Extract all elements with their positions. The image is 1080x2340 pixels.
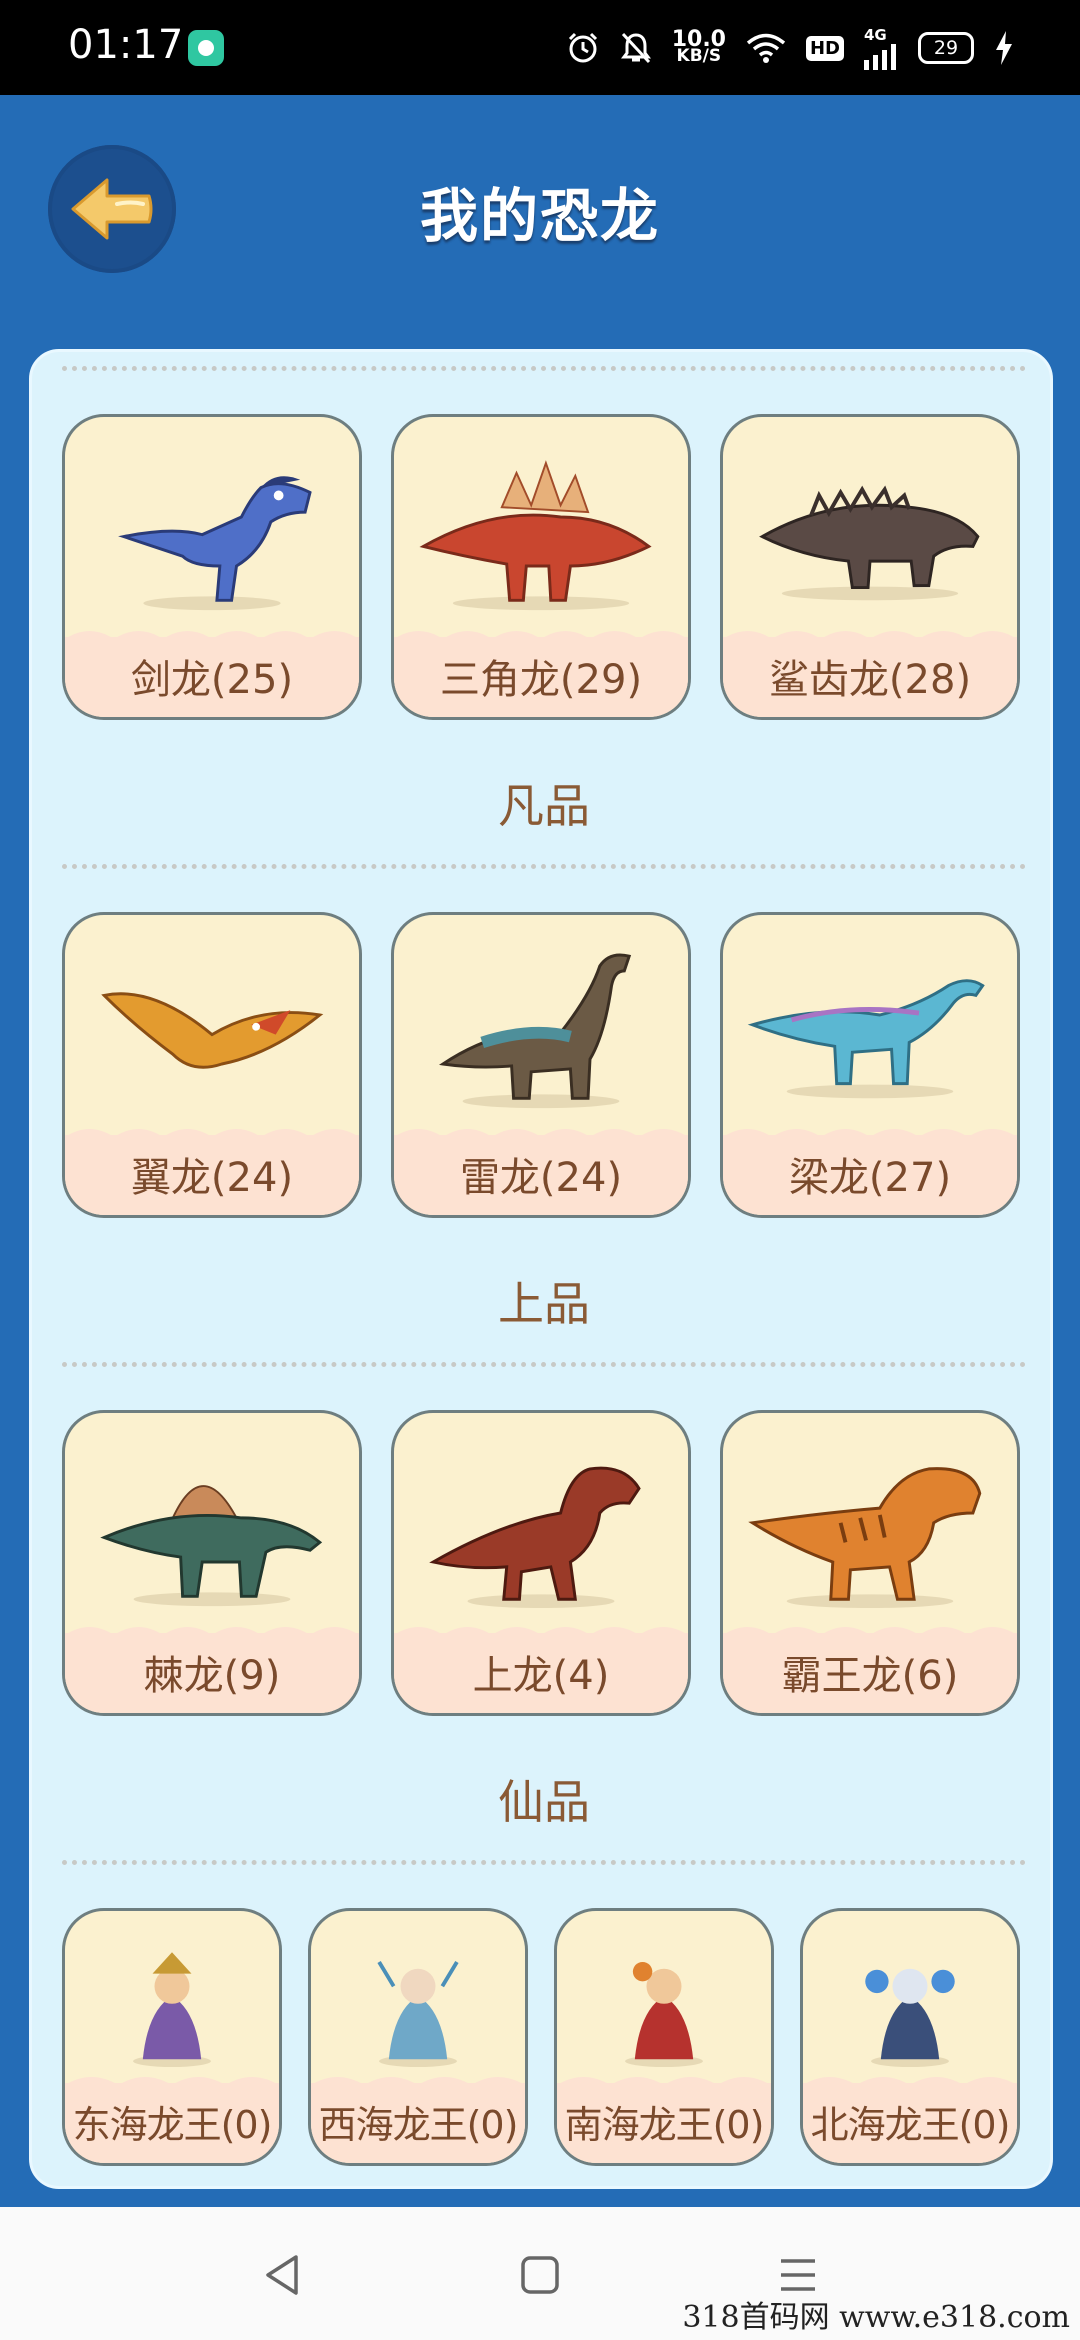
dragon-king-south-icon <box>625 1961 703 2068</box>
notification-app-icon <box>188 30 224 66</box>
dino-name: 鲨齿龙(28) <box>768 657 972 703</box>
raptor-icon <box>118 476 312 611</box>
dragon-king-name: 北海龙王(0) <box>810 2103 1011 2147</box>
dino-card[interactable]: 梁龙(27) <box>720 912 1020 1218</box>
dragon-king-card[interactable]: 西海龙王(0) <box>308 1908 528 2166</box>
tier-label: 上品 <box>498 1277 590 1331</box>
dino-card[interactable]: 翼龙(24) <box>62 912 362 1218</box>
nav-back-button[interactable] <box>252 2245 312 2305</box>
status-bar: 01:17 10.0 KB/S HD 4G 29 <box>0 0 1080 95</box>
net-speed-unit: KB/S <box>676 46 722 66</box>
network-type: 4G <box>864 26 887 44</box>
dino-name: 上龙(4) <box>472 1653 610 1699</box>
stegosaurus-icon <box>419 460 652 611</box>
divider <box>62 1860 1026 1865</box>
dino-name: 霸王龙(6) <box>781 1653 959 1699</box>
dragon-king-west-icon <box>377 1960 459 2068</box>
divider <box>62 864 1026 869</box>
dino-card[interactable]: 上龙(4) <box>391 1410 691 1716</box>
nav-home-button[interactable] <box>510 2245 570 2305</box>
wifi-icon <box>746 32 786 64</box>
diplodocus-icon <box>747 979 985 1099</box>
dino-card[interactable]: 三角龙(29) <box>391 414 691 720</box>
dragon-king-card[interactable]: 东海龙王(0) <box>62 1908 282 2166</box>
dino-card[interactable]: 鲨齿龙(28) <box>720 414 1020 720</box>
dragon-king-card[interactable]: 北海龙王(0) <box>800 1908 1020 2166</box>
alarm-icon <box>566 31 600 65</box>
dino-card[interactable]: 剑龙(25) <box>62 414 362 720</box>
spinosaurus-icon <box>100 1485 323 1607</box>
divider <box>62 1362 1026 1367</box>
watermark: 318首码网 www.e318.com <box>682 2300 1070 2335</box>
divider <box>62 366 1026 371</box>
system-nav-bar: 318首码网 www.e318.com <box>0 2207 1080 2340</box>
home-square-icon <box>521 2256 559 2294</box>
ankylosaurus-icon <box>759 485 980 601</box>
dinosaur-panel: 剑龙(25) 三角龙(29) 鲨齿龙(28) 凡品 翼龙(24) 雷龙(24) … <box>29 349 1053 2189</box>
dino-card[interactable]: 雷龙(24) <box>391 912 691 1218</box>
signal-icon: 4G <box>864 26 898 70</box>
dino-name: 棘龙(9) <box>143 1653 281 1699</box>
dragon-king-name: 南海龙王(0) <box>564 2103 765 2147</box>
pliosaurus-icon <box>429 1466 641 1609</box>
app-screen: 我的恐龙 剑龙(25) 三角龙(29) 鲨齿龙(28) 凡品 翼龙(24) 雷龙… <box>0 95 1080 2207</box>
dino-name: 雷龙(24) <box>459 1155 623 1201</box>
tier-label: 凡品 <box>498 779 590 833</box>
charging-icon <box>994 31 1014 65</box>
page-title: 我的恐龙 <box>419 182 660 250</box>
dino-name: 剑龙(25) <box>130 657 294 703</box>
dino-name: 梁龙(27) <box>788 1155 952 1201</box>
t-rex-icon <box>748 1467 982 1609</box>
dino-card[interactable]: 霸王龙(6) <box>720 1410 1020 1716</box>
dragon-king-north-icon <box>865 1968 955 2068</box>
dragon-king-name: 西海龙王(0) <box>318 2103 519 2147</box>
dragon-king-card[interactable]: 南海龙王(0) <box>554 1908 774 2166</box>
brontosaurus-icon <box>438 953 632 1109</box>
mute-icon <box>620 31 652 65</box>
hd-badge: HD <box>805 35 844 61</box>
status-time: 01:17 <box>68 22 184 68</box>
status-icons: 10.0 KB/S HD 4G 29 <box>566 24 1014 72</box>
battery-icon: 29 <box>918 32 974 64</box>
back-triangle-icon <box>266 2255 298 2295</box>
tier-label: 仙品 <box>498 1775 590 1829</box>
menu-lines-icon <box>781 2259 815 2291</box>
dragon-king-name: 东海龙王(0) <box>72 2103 273 2147</box>
dino-name: 翼龙(24) <box>130 1155 294 1201</box>
pterosaur-icon <box>101 992 324 1069</box>
dino-card[interactable]: 棘龙(9) <box>62 1410 362 1716</box>
dragon-king-east-icon <box>133 1952 211 2068</box>
dino-name: 三角龙(29) <box>439 657 643 703</box>
net-speed: 10.0 KB/S <box>672 29 726 66</box>
